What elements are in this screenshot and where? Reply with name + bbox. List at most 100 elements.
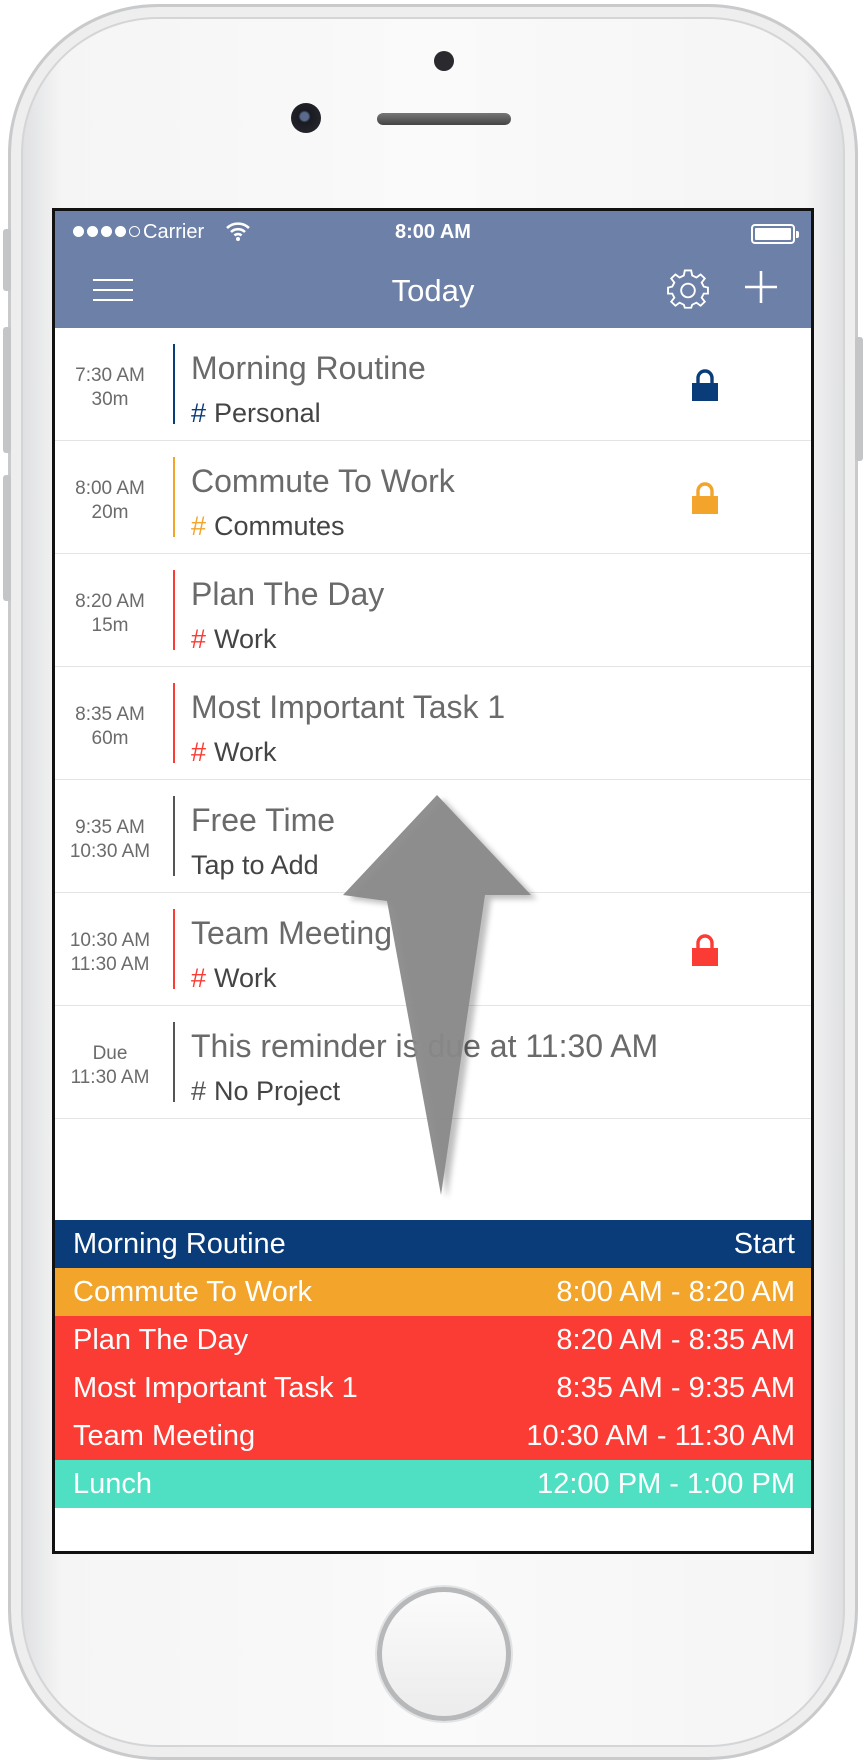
timeline-time-range: Start [733, 1227, 795, 1260]
task-time: 9:35 AM 10:30 AM [55, 816, 165, 864]
project-name: Personal [214, 398, 321, 428]
timeline-task-name: Most Important Task 1 [73, 1371, 358, 1404]
project-name: No Project [214, 1076, 341, 1106]
task-project: Tap to Add [191, 850, 319, 881]
task-duration: 11:30 AM [70, 1067, 150, 1088]
project-hash: # [191, 511, 207, 541]
task-name: This reminder is due at 11:30 AM [191, 1028, 659, 1064]
project-name: Tap to Add [191, 850, 319, 880]
project-name: Commutes [214, 511, 345, 541]
front-camera-icon [291, 103, 321, 133]
task-project: # Commutes [191, 511, 345, 542]
task-start: 7:30 AM [75, 365, 145, 386]
timeline-task-name: Team Meeting [73, 1419, 256, 1452]
task-duration: 10:30 AM [69, 841, 151, 862]
task-name: Free Time [191, 802, 336, 838]
add-icon[interactable] [741, 267, 781, 307]
timeline-row[interactable]: Morning Routine Start [55, 1220, 811, 1268]
power-button [855, 337, 863, 461]
task-row[interactable]: 8:35 AM 60m Most Important Task 1 # Work [55, 667, 811, 780]
timeline-row[interactable]: Plan The Day 8:20 AM - 8:35 AM [55, 1316, 811, 1364]
task-project: # Work [191, 737, 277, 768]
project-hash: # [191, 963, 207, 993]
timeline-task-name: Lunch [73, 1467, 153, 1500]
timeline-time-range: 8:00 AM - 8:20 AM [556, 1275, 795, 1308]
app-header: Carrier 8:00 AM Today [55, 211, 811, 328]
task-row[interactable]: Due 11:30 AM This reminder is due at 11:… [55, 1006, 811, 1119]
task-duration: 20m [91, 502, 129, 523]
task-start: 10:30 AM [69, 930, 151, 951]
task-start: 8:35 AM [75, 704, 145, 725]
timeline-strip: Morning Routine Start Commute To Work 8:00 … [55, 1220, 811, 1508]
app-screen: Carrier 8:00 AM Today 7:30 AM 30m Mornin… [52, 208, 814, 1554]
timeline-time-range: 8:35 AM - 9:35 AM [556, 1371, 795, 1404]
battery-icon [751, 224, 799, 244]
task-name: Team Meeting [191, 915, 392, 951]
task-time: 7:30 AM 30m [55, 364, 165, 412]
task-time: 8:00 AM 20m [55, 477, 165, 525]
task-project: # No Project [191, 1076, 340, 1107]
task-duration: 11:30 AM [70, 954, 150, 975]
project-color-bar [173, 683, 175, 763]
task-project: # Work [191, 963, 277, 994]
status-time: 8:00 AM [395, 221, 471, 243]
project-hash: # [191, 737, 207, 767]
project-color-bar [173, 909, 175, 989]
timeline-task-name: Plan The Day [73, 1323, 249, 1356]
timeline-task-name: Morning Routine [73, 1227, 286, 1260]
timeline-time-range: 8:20 AM - 8:35 AM [556, 1323, 795, 1356]
task-time: 10:30 AM 11:30 AM [55, 929, 165, 977]
task-list: 7:30 AM 30m Morning Routine # Personal 8:… [55, 328, 811, 1119]
mute-switch [3, 229, 11, 291]
gear-icon[interactable] [667, 269, 709, 311]
project-hash: # [191, 398, 207, 428]
timeline-task-name: Commute To Work [73, 1275, 313, 1308]
task-duration: 60m [91, 728, 129, 749]
task-row[interactable]: 7:30 AM 30m Morning Routine # Personal [55, 328, 811, 441]
proximity-sensor [434, 51, 454, 71]
task-duration: 15m [91, 615, 129, 636]
task-name: Most Important Task 1 [191, 689, 506, 725]
timeline-time-range: 10:30 AM - 11:30 AM [526, 1419, 795, 1452]
earpiece-speaker [377, 113, 511, 125]
project-name: Work [214, 963, 277, 993]
project-color-bar [173, 344, 175, 424]
lock-icon[interactable] [691, 481, 719, 515]
project-color-bar [173, 1022, 175, 1102]
project-name: Work [214, 737, 277, 767]
timeline-row[interactable]: Most Important Task 1 8:35 AM - 9:35 AM [55, 1364, 811, 1412]
timeline-row[interactable]: Commute To Work 8:00 AM - 8:20 AM [55, 1268, 811, 1316]
task-row[interactable]: 10:30 AM 11:30 AM Team Meeting # Work [55, 893, 811, 1006]
volume-down-button [3, 475, 11, 601]
task-duration: 30m [91, 389, 129, 410]
task-project: # Work [191, 624, 277, 655]
lock-icon[interactable] [691, 368, 719, 402]
project-color-bar [173, 457, 175, 537]
status-bar: Carrier 8:00 AM [55, 221, 811, 247]
timeline-time-range: 12:00 PM - 1:00 PM [537, 1467, 795, 1500]
lock-icon[interactable] [691, 933, 719, 967]
task-time: Due 11:30 AM [55, 1042, 165, 1090]
home-button[interactable] [377, 1587, 511, 1721]
task-time: 8:35 AM 60m [55, 703, 165, 751]
timeline-row[interactable]: Team Meeting 10:30 AM - 11:30 AM [55, 1412, 811, 1460]
project-hash: # [191, 624, 207, 654]
volume-up-button [3, 327, 11, 453]
task-start: Due [92, 1043, 128, 1064]
task-start: 9:35 AM [75, 817, 145, 838]
task-row[interactable]: 8:20 AM 15m Plan The Day # Work [55, 554, 811, 667]
task-name: Plan The Day [191, 576, 385, 612]
task-start: 8:20 AM [75, 591, 145, 612]
task-name: Commute To Work [191, 463, 455, 499]
project-name: Work [214, 624, 277, 654]
project-color-bar [173, 796, 175, 876]
task-row[interactable]: 9:35 AM 10:30 AM Free Time Tap to Add [55, 780, 811, 893]
task-name: Morning Routine [191, 350, 426, 386]
task-start: 8:00 AM [75, 478, 145, 499]
project-color-bar [173, 570, 175, 650]
nav-bar: Today [55, 255, 811, 325]
task-project: # Personal [191, 398, 321, 429]
project-hash: # [191, 1076, 207, 1106]
task-row[interactable]: 8:00 AM 20m Commute To Work # Commutes [55, 441, 811, 554]
timeline-row[interactable]: Lunch 12:00 PM - 1:00 PM [55, 1460, 811, 1508]
